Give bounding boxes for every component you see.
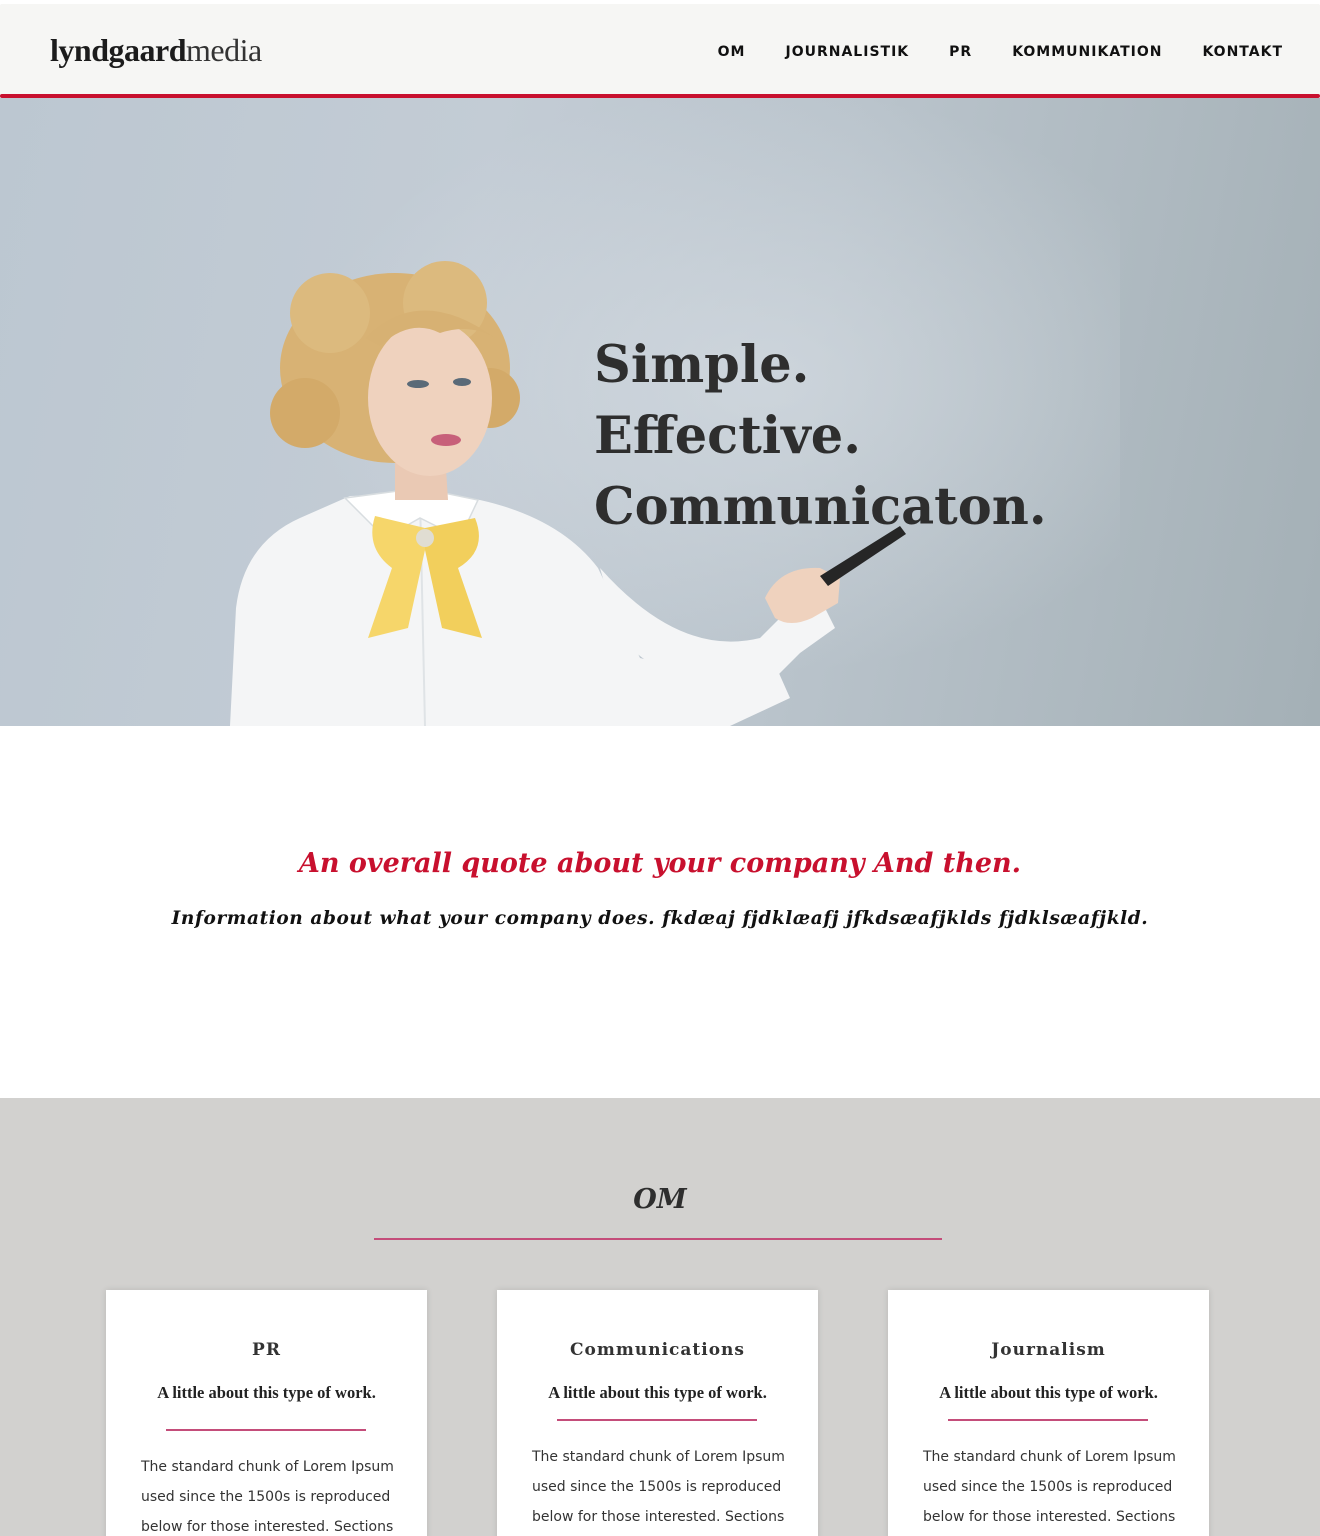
main-nav: OM JOURNALISTIK PR KOMMUNIKATION KONTAKT <box>718 44 1283 60</box>
logo-bold-text: lyndgaard <box>50 32 186 68</box>
card-subtitle: A little about this type of work. <box>939 1383 1158 1402</box>
card-subtitle: A little about this type of work. <box>548 1383 767 1402</box>
nav-link-pr[interactable]: PR <box>949 44 972 60</box>
company-info: Information about what your company does… <box>171 908 1149 929</box>
card-title: PR <box>252 1340 281 1360</box>
service-card-pr: PR A little about this type of work. The… <box>106 1290 427 1536</box>
nav-link-kontakt[interactable]: KONTAKT <box>1202 44 1283 60</box>
hero-line-effective: Effective. <box>594 406 862 466</box>
card-title: Communications <box>570 1340 745 1360</box>
nav-link-kommunikation[interactable]: KOMMUNIKATION <box>1012 44 1162 60</box>
om-divider <box>374 1238 942 1240</box>
logo-light-text: media <box>185 32 262 68</box>
card-divider <box>166 1429 366 1431</box>
card-body: The standard chunk of Lorem Ipsum used s… <box>532 1449 785 1525</box>
om-section: OM PR A little about this type of work. … <box>0 1098 1320 1536</box>
card-divider <box>557 1419 757 1421</box>
card-subtitle: A little about this type of work. <box>157 1383 376 1402</box>
card-title: Journalism <box>991 1340 1106 1360</box>
hero-line-simple: Simple. <box>594 335 810 395</box>
hero-headline: Simple. Effective. Communicaton. <box>594 330 1047 543</box>
card-body: The standard chunk of Lorem Ipsum used s… <box>141 1459 394 1535</box>
hero-banner: Simple. Effective. Communicaton. <box>0 98 1320 726</box>
company-quote: An overall quote about your company And … <box>298 848 1022 879</box>
site-header: lyndgaardmedia OM JOURNALISTIK PR KOMMUN… <box>0 4 1320 96</box>
logo[interactable]: lyndgaardmedia <box>50 32 262 69</box>
card-body: The standard chunk of Lorem Ipsum used s… <box>923 1449 1176 1525</box>
hero-line-communicaton: Communicaton. <box>594 477 1047 537</box>
nav-link-journalistik[interactable]: JOURNALISTIK <box>786 44 910 60</box>
card-divider <box>948 1419 1148 1421</box>
om-heading: OM <box>633 1184 687 1215</box>
nav-link-om[interactable]: OM <box>718 44 746 60</box>
service-card-journalism: Journalism A little about this type of w… <box>888 1290 1209 1536</box>
service-card-communications: Communications A little about this type … <box>497 1290 818 1536</box>
